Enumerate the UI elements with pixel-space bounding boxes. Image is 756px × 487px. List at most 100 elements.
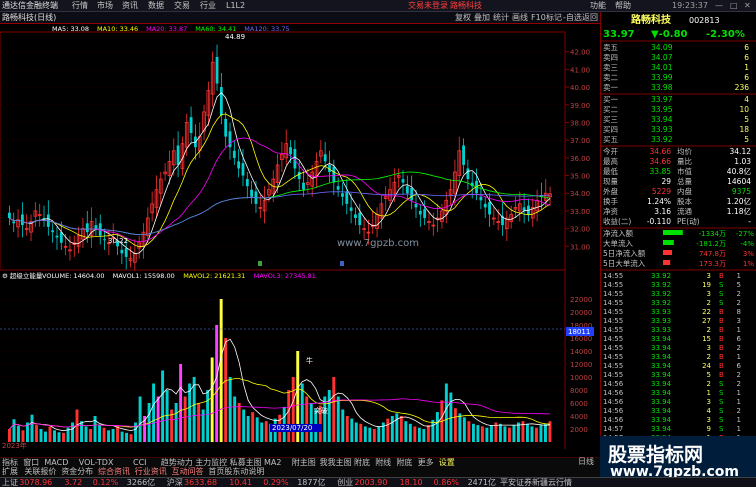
y-tick-label: 34.00: [570, 190, 590, 198]
promo-stock-name[interactable]: 路畅科技: [450, 1, 482, 11]
close-icon[interactable]: ✕: [744, 1, 751, 11]
volume-bar: [345, 416, 349, 442]
menu-item-news[interactable]: 资讯: [122, 1, 138, 11]
menu-item-trade[interactable]: 交易: [174, 1, 190, 11]
stat-value: -: [748, 217, 751, 226]
flow-value: 747.8万: [699, 250, 726, 258]
flow-value: -1334万: [699, 230, 726, 238]
index-field[interactable]: 沪深: [167, 478, 183, 487]
info-tab[interactable]: 首页股东动说明: [208, 467, 264, 477]
tick-volume: 4: [707, 407, 712, 415]
tick-direction: S: [719, 299, 724, 307]
minimize-icon[interactable]: —: [715, 1, 723, 11]
info-tab[interactable]: 综合资讯: [98, 467, 130, 477]
ask-price: 34.09: [651, 43, 673, 52]
tick-price: 33.94: [651, 353, 672, 361]
info-tab[interactable]: 互动问答: [172, 467, 204, 477]
info-tab[interactable]: 扩展: [2, 467, 18, 477]
candle-down: [488, 202, 491, 215]
stat-value: 29: [661, 177, 671, 186]
price-change-pct: -2.30%: [706, 29, 745, 40]
flow-bar: [663, 230, 683, 235]
flow-pct: 3%: [743, 250, 754, 258]
volume-bar: [260, 422, 264, 442]
tick-direction: B: [719, 317, 724, 325]
ask-price: 34.07: [651, 53, 673, 62]
candle-down: [345, 191, 349, 204]
menu-item-market[interactable]: 市场: [97, 1, 113, 11]
flow-value: 173.3万: [699, 260, 726, 268]
tick-volume: 3: [707, 344, 711, 352]
tool-watchlist[interactable]: -自选: [563, 13, 582, 23]
tool-back[interactable]: 返回: [582, 13, 598, 23]
tick-direction: S: [719, 380, 724, 388]
kline-chart-svg[interactable]: 1分钟1分钟5分钟15分钟30分钟60分钟日线周线月线多周期更多 42.0041…: [0, 14, 600, 450]
bid-volume: 5: [744, 115, 749, 124]
volume-bar: [377, 426, 381, 442]
volume-bar: [422, 429, 426, 442]
candle-down: [250, 189, 254, 197]
candle-down: [289, 147, 292, 155]
index-field: 3266亿: [126, 478, 156, 487]
tool-f10[interactable]: F10: [531, 13, 546, 23]
tick-time: 14:56: [603, 407, 624, 415]
stat-label: 收益(二): [603, 216, 631, 226]
menu-item-help[interactable]: 帮助: [615, 1, 631, 11]
index-field[interactable]: 创业: [337, 478, 353, 487]
volume-bar: [543, 423, 547, 442]
y-tick-label: 38.00: [570, 119, 590, 127]
tool-mark[interactable]: 标记: [546, 13, 562, 23]
maximize-icon[interactable]: □: [730, 1, 738, 11]
period-label-right[interactable]: 日线: [578, 457, 594, 467]
menu-item-function[interactable]: 功能: [590, 1, 606, 11]
tick-volume: 24: [702, 362, 711, 370]
main-y-axis: 42.00 41.00 40.00 39.00 38.00 37.00 36.00 35.00…: [565, 49, 590, 251]
info-tab[interactable]: 资金分布: [61, 467, 93, 477]
menu-item-industry[interactable]: 行业: [200, 1, 216, 11]
main-y-grid: [0, 51, 565, 247]
volume-bar: [255, 417, 259, 442]
event-marker[interactable]: [258, 261, 262, 266]
tick-time: 14:57: [603, 425, 623, 433]
tick-price: 33.93: [651, 308, 671, 316]
info-tab[interactable]: 关联报价: [24, 467, 56, 477]
tool-overlay[interactable]: 叠加: [474, 13, 490, 23]
volume-bar: [48, 426, 52, 442]
ask-volume: 6: [744, 43, 749, 52]
ask-label: 卖五: [603, 43, 618, 52]
volume-bar: [246, 416, 250, 442]
low-price-label: 30.22: [108, 237, 128, 245]
tick-price: 33.94: [651, 344, 672, 352]
ma-label: MA5: 33.08: [52, 25, 89, 33]
tick-price: 33.94: [651, 371, 672, 379]
index-field[interactable]: 上证: [2, 478, 18, 487]
volume-bar: [462, 417, 466, 442]
stat-value: 1.20亿: [727, 196, 752, 206]
tool-fuquan[interactable]: 复权: [455, 13, 471, 23]
volume-bar: [12, 419, 16, 442]
candle-down: [245, 179, 249, 187]
stock-code: 002813: [689, 16, 720, 25]
tick-direction: S: [719, 389, 724, 397]
volume-bar: [404, 421, 408, 442]
tick-time: 14:55: [603, 335, 623, 343]
menu-item-hq[interactable]: 行情: [72, 1, 88, 11]
tool-stats[interactable]: 统计: [493, 13, 509, 23]
info-tab[interactable]: 行业资讯: [135, 467, 167, 477]
ask-volume: 236: [735, 83, 750, 92]
tick-time: 14:55: [603, 317, 623, 325]
tool-draw[interactable]: 画线: [512, 13, 528, 23]
event-marker[interactable]: [340, 261, 344, 266]
trade-login-status[interactable]: 交易未登录: [408, 1, 448, 11]
menu-item-l1l2[interactable]: L1L2: [226, 1, 245, 11]
index-field: 0.29%: [263, 478, 289, 487]
candle-down: [189, 117, 193, 134]
menu-item-data[interactable]: 数据: [148, 1, 164, 11]
indicator-title[interactable]: ⚙ 超级立能量: [2, 271, 43, 280]
volume-bar: [525, 423, 529, 442]
tick-price: 33.94: [651, 362, 672, 370]
candle-down: [103, 239, 106, 241]
tick-count: 1: [737, 398, 741, 406]
tick-count: 6: [737, 335, 742, 343]
index-field: 2003.90: [354, 478, 388, 487]
